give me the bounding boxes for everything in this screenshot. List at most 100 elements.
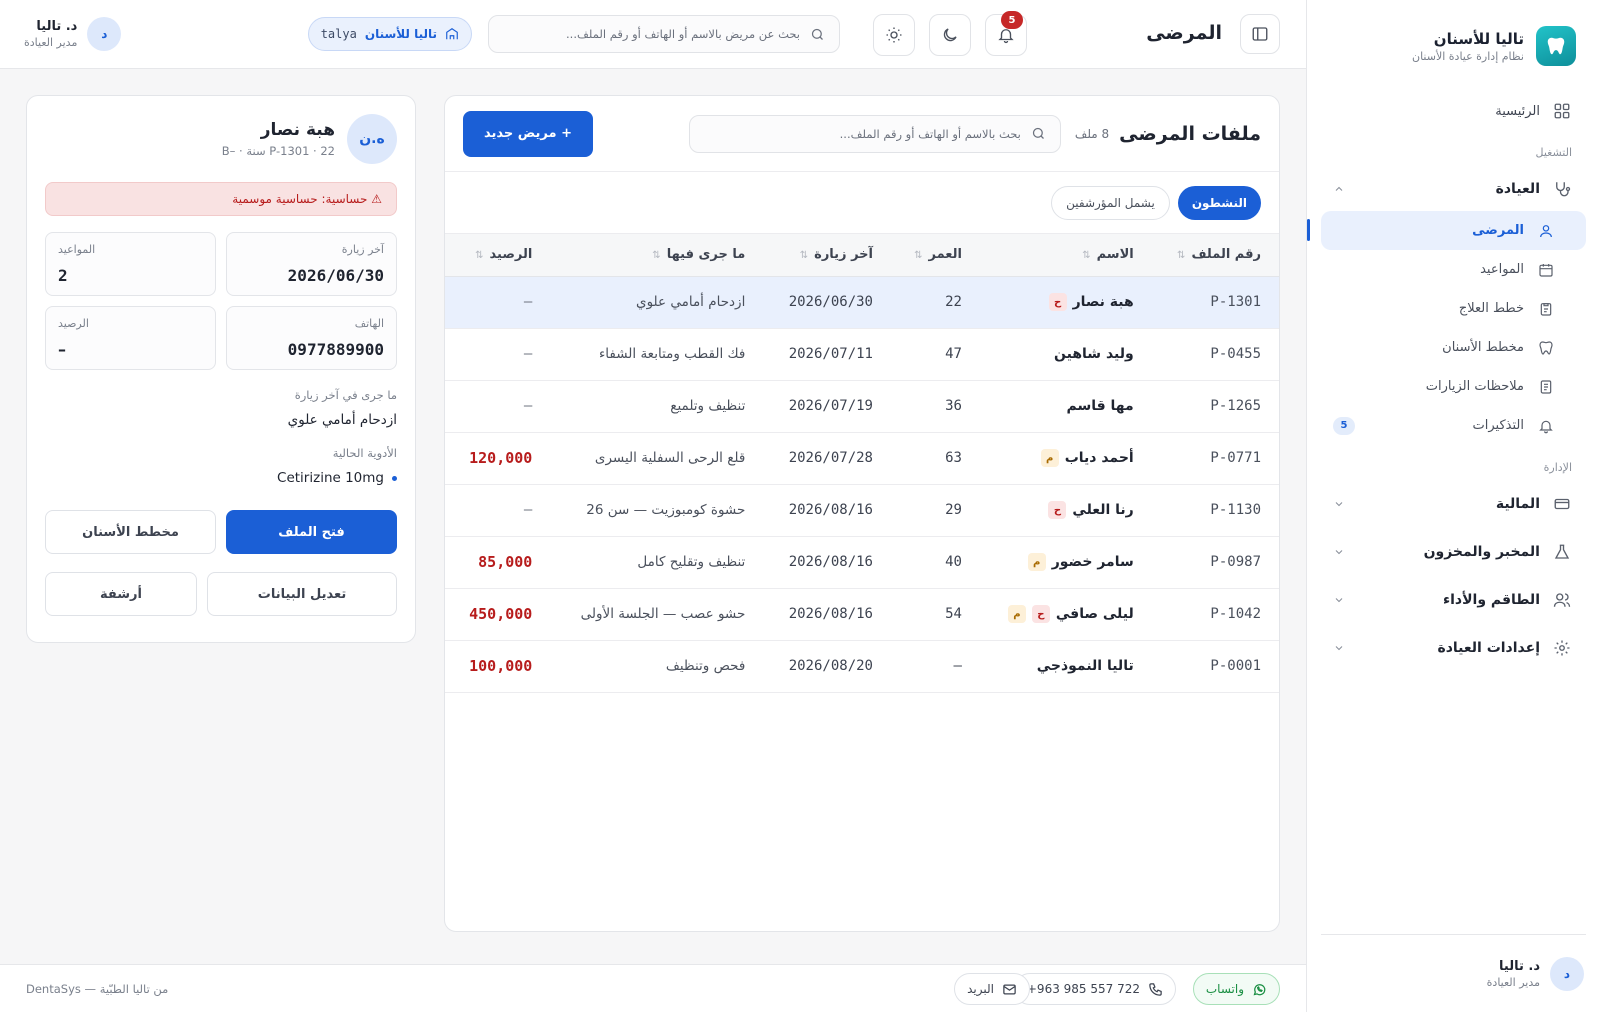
- cell-procedure: تنظيف وتقليح كامل: [550, 536, 764, 589]
- light-mode-button[interactable]: [873, 14, 915, 56]
- dental-chart-button[interactable]: مخطط الأسنان: [45, 510, 216, 554]
- phone-icon: [1148, 982, 1163, 997]
- clinic-switcher[interactable]: تاليا للأسنان talya: [307, 17, 472, 51]
- filter-include-archived-button[interactable]: يشمل المؤرشفين: [1051, 185, 1170, 220]
- sidebar-item-label: إعدادات العيادة: [1437, 640, 1540, 656]
- sidebar-user[interactable]: د د. تاليا مدير العيادة: [1321, 934, 1586, 1012]
- email-button[interactable]: البريد: [954, 973, 1030, 1005]
- patients-search-input[interactable]: بحث بالاسم أو الهاتف أو رقم الملف...: [688, 114, 1061, 153]
- new-patient-button[interactable]: + مريض جديد: [463, 110, 593, 157]
- sidebar-group-settings[interactable]: إعدادات العيادة: [1321, 626, 1586, 670]
- cell-last-visit: 2026/07/19: [763, 380, 891, 433]
- notification-count-badge: 5: [1001, 11, 1023, 29]
- search-icon: [810, 27, 825, 42]
- column-header-name[interactable]: الاسم⇅: [979, 234, 1152, 277]
- medication-tag: م: [1040, 449, 1059, 467]
- user-icon: [1536, 223, 1556, 239]
- allergy-tag: ح: [1048, 293, 1067, 311]
- sidebar-group-lab-inventory[interactable]: المخبر والمخزون: [1321, 530, 1586, 574]
- cell-procedure: فحص وتنظيف: [550, 640, 764, 693]
- sidebar-item-dental-chart[interactable]: مخطط الأسنان: [1321, 328, 1586, 367]
- cell-file-id: P-0455: [1151, 328, 1279, 381]
- notes-icon: [1536, 379, 1556, 395]
- footer: واتساب +963 985 557 722 البريد DentaSys …: [0, 964, 1306, 1012]
- patients-title: ملفات المرضى: [1119, 122, 1261, 145]
- global-search-input[interactable]: بحث عن مريض بالاسم أو الهاتف أو رقم المل…: [488, 15, 840, 53]
- open-file-button[interactable]: فتح الملف: [226, 510, 397, 554]
- sidebar-item-visit-notes[interactable]: ملاحظات الزيارات: [1321, 367, 1586, 406]
- sun-icon: [885, 26, 903, 44]
- sidebar-group-clinic[interactable]: العيادة: [1321, 167, 1586, 211]
- cell-balance: —: [445, 484, 551, 537]
- patients-list-card: ملفات المرضى 8 ملف بحث بالاسم أو الهاتف …: [444, 95, 1280, 932]
- patient-name: هبة نصار: [260, 120, 335, 140]
- table-row[interactable]: P-0001 تاليا النموذجي —2026/08/20 فحص وتنظي…: [445, 640, 1279, 693]
- table-row[interactable]: P-1301 هبة نصارح 22 2026/06/30 ازدحام أمامي …: [445, 276, 1279, 329]
- sidebar-group-finance[interactable]: المالية: [1321, 482, 1586, 526]
- allergy-tag: ح: [1048, 501, 1067, 519]
- sidebar-item-appointments[interactable]: المواعيد: [1321, 250, 1586, 289]
- topbar-user[interactable]: د د. تاليا مدير العيادة: [24, 16, 122, 52]
- brand-name: تاليا للأسنان: [1433, 29, 1524, 48]
- table-row[interactable]: P-0771 أحمد ديابم 63 2026/07/28 قلع الرحى ال…: [445, 432, 1279, 485]
- brand-subtitle: نظام إدارة عيادة الأسنان: [1411, 49, 1524, 63]
- table-row[interactable]: P-1130 رنا العليح 29 2026/08/16 حشوة كومبوزي…: [445, 484, 1279, 537]
- cell-name: أحمد ديابم: [979, 432, 1152, 485]
- cell-balance: 100,000: [445, 640, 551, 693]
- sidebar-item-label: العيادة: [1495, 181, 1540, 197]
- filter-active-button[interactable]: النشطون: [1177, 185, 1261, 220]
- medications-label: الأدوية الحالية: [332, 446, 397, 460]
- chevron-down-icon: [1333, 594, 1345, 606]
- cell-procedure: حشوة كومبوزيت — سن 26: [550, 484, 764, 537]
- mail-icon: [1002, 982, 1017, 997]
- dark-mode-button[interactable]: [929, 14, 971, 56]
- page-title: المرضى: [1146, 22, 1222, 44]
- column-header-balance[interactable]: الرصيد⇅: [445, 234, 551, 277]
- user-name: د. تاليا: [36, 19, 78, 34]
- table-row[interactable]: P-0987 سامر خضورم 40 2026/08/16 تنظيف وتقليح…: [445, 536, 1279, 589]
- tooth-logo-icon: [1536, 26, 1576, 66]
- notifications-button[interactable]: 5: [985, 11, 1027, 56]
- patient-detail-card: ه.ن هبة نصار P-1301 · 22 سنة · –B ⚠ حساس…: [26, 95, 416, 643]
- column-header-age[interactable]: العمر⇅: [890, 234, 980, 277]
- stat-appointments: المواعيد 2: [45, 232, 216, 296]
- patients-count: 8 ملف: [1074, 126, 1110, 141]
- patients-table: رقم الملف⇅ الاسم⇅ العمر⇅ آخر زيارة⇅ ما ج…: [445, 234, 1279, 693]
- users-icon: [1552, 591, 1572, 609]
- whatsapp-button[interactable]: واتساب: [1192, 973, 1280, 1005]
- phone-button[interactable]: +963 985 557 722: [1013, 973, 1176, 1005]
- clinic-name: تاليا للأسنان: [364, 27, 437, 41]
- brand[interactable]: تاليا للأسنان نظام إدارة عيادة الأسنان: [1327, 24, 1576, 68]
- table-row[interactable]: P-1042 ليلى صافيحم 54 2026/08/16 حشو عصب — ا…: [445, 588, 1279, 641]
- cell-last-visit: 2026/08/16: [763, 536, 891, 589]
- sidebar-item-reminders[interactable]: التذكيرات 5: [1321, 406, 1586, 445]
- sidebar-item-home[interactable]: الرئيسية: [1321, 92, 1586, 130]
- table-row[interactable]: P-1265 مها قاسم 36 2026/07/19 تنظيف وتلميع —: [445, 380, 1279, 433]
- sidebar-item-label: المخبر والمخزون: [1423, 544, 1540, 560]
- clipboard-icon: [1536, 301, 1556, 317]
- edit-data-button[interactable]: تعديل البيانات: [207, 572, 397, 616]
- grid-icon: [1552, 102, 1572, 120]
- column-header-file[interactable]: رقم الملف⇅: [1151, 234, 1279, 277]
- whatsapp-icon: [1252, 982, 1267, 997]
- cell-balance: —: [445, 276, 551, 329]
- clinic-code: talya: [320, 27, 357, 41]
- stat-phone: الهاتف 0977889900: [226, 306, 397, 370]
- cell-file-id: P-1301: [1151, 276, 1279, 329]
- sidebar-item-treatment-plans[interactable]: خطط العلاج: [1321, 289, 1586, 328]
- sidebar-item-label: مخطط الأسنان: [1442, 340, 1524, 355]
- sidebar-item-patients[interactable]: المرضى: [1307, 211, 1586, 250]
- column-header-procedure[interactable]: ما جرى فيها⇅: [550, 234, 764, 277]
- cell-balance: —: [445, 328, 551, 381]
- cell-age: —: [890, 640, 980, 693]
- sidebar-toggle-button[interactable]: [1240, 14, 1280, 54]
- sidebar-nav: الرئيسية التشغيل العيادة المرضى المواعيد…: [1307, 92, 1586, 670]
- column-header-last-visit[interactable]: آخر زيارة⇅: [763, 234, 891, 277]
- cell-balance: —: [445, 380, 551, 433]
- moon-icon: [941, 26, 959, 44]
- archive-button[interactable]: أرشفة: [45, 572, 197, 616]
- sidebar-item-label: الطاقم والأداء: [1442, 592, 1540, 608]
- last-procedure-value: ازدحام أمامي علوي: [287, 412, 397, 428]
- sidebar-group-staff[interactable]: الطاقم والأداء: [1321, 578, 1586, 622]
- table-row[interactable]: P-0455 وليد شاهين 47 2026/07/11 فك القطب ومت…: [445, 328, 1279, 381]
